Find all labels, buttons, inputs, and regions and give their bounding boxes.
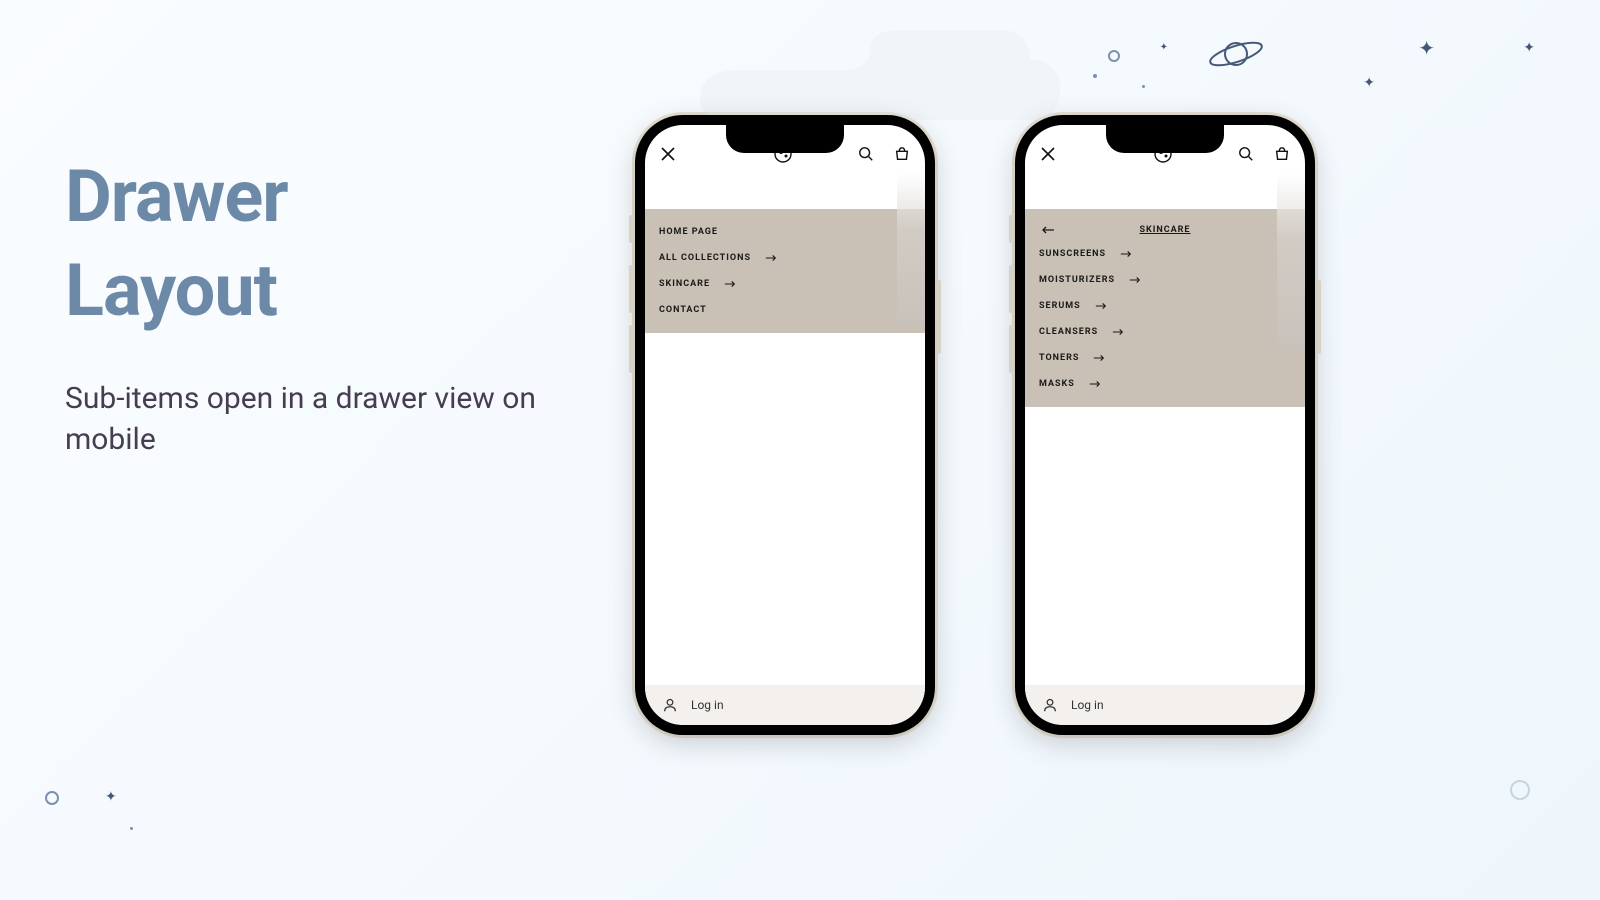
sparkle-icon: ✦ xyxy=(1523,40,1535,56)
menu-item-label: TONERS xyxy=(1039,353,1079,363)
menu-item-label: HOME PAGE xyxy=(659,227,718,237)
arrow-right-icon xyxy=(724,280,736,288)
menu-item-label: CONTACT xyxy=(659,305,707,315)
phone-side-button xyxy=(1009,325,1013,373)
login-link[interactable]: Log in xyxy=(691,698,724,712)
phone-mock-2: SKINCARE SUNSCREENS MOISTURIZERS SERUMS … xyxy=(1015,115,1315,735)
menu-item-label: CLEANSERS xyxy=(1039,327,1098,337)
phone-side-button xyxy=(937,280,941,354)
drawer-footer: Log in xyxy=(1025,685,1305,725)
menu-item-label: ALL COLLECTIONS xyxy=(659,253,751,263)
arrow-right-icon xyxy=(765,254,777,262)
circle-deco xyxy=(45,791,59,805)
menu-item-label: MASKS xyxy=(1039,379,1075,389)
phone-notch xyxy=(726,125,844,153)
menu-item-home[interactable]: HOME PAGE xyxy=(645,219,925,245)
close-icon[interactable] xyxy=(659,145,677,163)
phone-side-button xyxy=(1009,265,1013,313)
arrow-right-icon xyxy=(1129,276,1141,284)
phone-side-button xyxy=(1317,280,1321,354)
search-icon[interactable] xyxy=(1237,145,1255,163)
menu-item-toners[interactable]: TONERS xyxy=(1025,345,1305,371)
phone-side-button xyxy=(629,215,633,243)
text-block: Drawer Layout Sub-items open in a drawer… xyxy=(65,150,625,460)
sparkle-icon: ✦ xyxy=(1363,75,1375,91)
star-deco: ✦ xyxy=(1160,42,1168,53)
planet-icon xyxy=(1207,35,1265,77)
menu-item-serums[interactable]: SERUMS xyxy=(1025,293,1305,319)
arrow-right-icon xyxy=(1120,250,1132,258)
dot-deco xyxy=(130,827,133,830)
close-icon[interactable] xyxy=(1039,145,1057,163)
phone-mock-1: HOME PAGE ALL COLLECTIONS SKINCARE CONTA… xyxy=(635,115,935,735)
phone-notch xyxy=(1106,125,1224,153)
menu-item-label: SKINCARE xyxy=(659,279,710,289)
user-icon[interactable] xyxy=(1041,696,1059,714)
page-title: Drawer Layout xyxy=(65,150,625,337)
arrow-right-icon xyxy=(1093,354,1105,362)
circle-deco xyxy=(1108,50,1120,62)
cart-icon[interactable] xyxy=(893,145,911,163)
menu-item-masks[interactable]: MASKS xyxy=(1025,371,1305,397)
phones-container: HOME PAGE ALL COLLECTIONS SKINCARE CONTA… xyxy=(635,115,1315,735)
menu-item-cleansers[interactable]: CLEANSERS xyxy=(1025,319,1305,345)
spacer xyxy=(645,173,925,209)
menu-item-contact[interactable]: CONTACT xyxy=(645,297,925,323)
back-icon[interactable] xyxy=(1039,221,1057,239)
phone-side-button xyxy=(629,325,633,373)
dot-deco xyxy=(1093,74,1097,78)
menu-item-skincare[interactable]: SKINCARE xyxy=(645,271,925,297)
search-icon[interactable] xyxy=(857,145,875,163)
drawer-submenu: SKINCARE SUNSCREENS MOISTURIZERS SERUMS … xyxy=(1025,209,1305,407)
arrow-right-icon xyxy=(1089,380,1101,388)
menu-item-sunscreens[interactable]: SUNSCREENS xyxy=(1025,241,1305,267)
menu-item-label: SERUMS xyxy=(1039,301,1081,311)
drawer-footer: Log in xyxy=(645,685,925,725)
title-line2: Layout xyxy=(65,248,277,333)
menu-item-label: SUNSCREENS xyxy=(1039,249,1106,259)
menu-item-label: MOISTURIZERS xyxy=(1039,275,1115,285)
sparkle-icon: ✦ xyxy=(105,789,117,805)
drawer-menu: HOME PAGE ALL COLLECTIONS SKINCARE CONTA… xyxy=(645,209,925,333)
circle-deco xyxy=(1510,780,1530,800)
phone-side-button xyxy=(1009,215,1013,243)
sparkle-icon: ✦ xyxy=(1418,36,1435,60)
arrow-right-icon xyxy=(1095,302,1107,310)
arrow-right-icon xyxy=(1112,328,1124,336)
background-image-strip xyxy=(897,173,925,325)
menu-item-collections[interactable]: ALL COLLECTIONS xyxy=(645,245,925,271)
login-link[interactable]: Log in xyxy=(1071,698,1104,712)
user-icon[interactable] xyxy=(661,696,679,714)
title-line1: Drawer xyxy=(65,154,288,239)
menu-item-moisturizers[interactable]: MOISTURIZERS xyxy=(1025,267,1305,293)
submenu-header: SKINCARE xyxy=(1025,219,1305,241)
dot-deco xyxy=(1142,85,1145,88)
phone-screen: SKINCARE SUNSCREENS MOISTURIZERS SERUMS … xyxy=(1025,125,1305,725)
page-subtitle: Sub-items open in a drawer view on mobil… xyxy=(65,379,625,460)
submenu-title[interactable]: SKINCARE xyxy=(1139,225,1190,235)
cart-icon[interactable] xyxy=(1273,145,1291,163)
background-image-strip xyxy=(1277,173,1305,349)
phone-side-button xyxy=(629,265,633,313)
phone-screen: HOME PAGE ALL COLLECTIONS SKINCARE CONTA… xyxy=(645,125,925,725)
spacer xyxy=(1025,173,1305,209)
